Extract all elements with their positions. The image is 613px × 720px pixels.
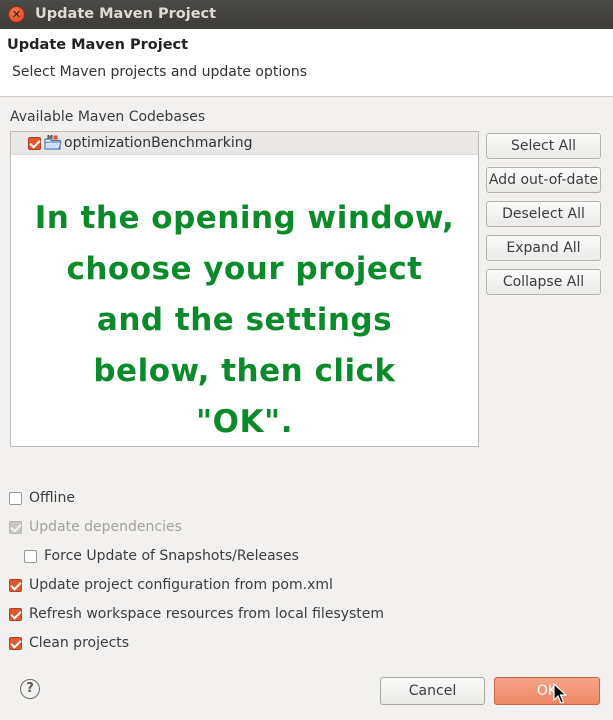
offline-label: Offline bbox=[29, 490, 75, 506]
svg-text:M: M bbox=[47, 135, 53, 142]
overlay-line: choose your project bbox=[66, 251, 423, 287]
collapse-all-button[interactable]: Collapse All bbox=[486, 269, 601, 295]
dialog-header: Update Maven Project Select Maven projec… bbox=[0, 29, 613, 97]
force-update-checkbox[interactable] bbox=[24, 550, 37, 563]
refresh-workspace-label: Refresh workspace resources from local f… bbox=[29, 606, 385, 622]
clean-projects-label: Clean projects bbox=[29, 635, 130, 651]
force-update-label: Force Update of Snapshots/Releases bbox=[44, 548, 299, 564]
cancel-button[interactable]: Cancel bbox=[380, 677, 485, 705]
tree-item-label: optimizationBenchmarking bbox=[64, 135, 253, 151]
header-description: Select Maven projects and update options bbox=[12, 64, 307, 80]
update-dependencies-checkbox bbox=[9, 521, 22, 534]
codebases-label: Available Maven Codebases bbox=[10, 109, 206, 125]
select-all-button[interactable]: Select All bbox=[486, 133, 601, 159]
expand-all-button[interactable]: Expand All bbox=[486, 235, 601, 261]
mouse-cursor-icon bbox=[553, 683, 567, 704]
overlay-line: In the opening window, bbox=[34, 200, 455, 236]
update-config-checkbox[interactable] bbox=[9, 579, 22, 592]
add-out-of-date-button[interactable]: Add out-of-date bbox=[486, 167, 601, 193]
maven-project-icon: M bbox=[44, 135, 62, 150]
help-icon[interactable]: ? bbox=[20, 679, 40, 699]
header-title: Update Maven Project bbox=[7, 37, 189, 53]
tree-item-project[interactable]: M optimizationBenchmarking bbox=[11, 132, 478, 155]
deselect-all-button[interactable]: Deselect All bbox=[486, 201, 601, 227]
clean-projects-checkbox[interactable] bbox=[9, 637, 22, 650]
window-title: Update Maven Project bbox=[35, 6, 217, 22]
update-config-label: Update project configuration from pom.xm… bbox=[29, 577, 333, 593]
overlay-line: "OK". bbox=[196, 404, 293, 440]
overlay-line: below, then click bbox=[93, 353, 396, 389]
update-dependencies-label: Update dependencies bbox=[29, 519, 182, 535]
offline-checkbox[interactable] bbox=[9, 492, 22, 505]
project-checkbox[interactable] bbox=[28, 137, 41, 150]
ok-button[interactable]: OK bbox=[494, 677, 600, 705]
close-icon[interactable]: ✕ bbox=[8, 6, 25, 23]
refresh-workspace-checkbox[interactable] bbox=[9, 608, 22, 621]
overlay-line: and the settings bbox=[96, 302, 393, 338]
window-titlebar: ✕ Update Maven Project bbox=[0, 0, 613, 29]
instruction-overlay: In the opening window, choose your proje… bbox=[10, 193, 479, 448]
